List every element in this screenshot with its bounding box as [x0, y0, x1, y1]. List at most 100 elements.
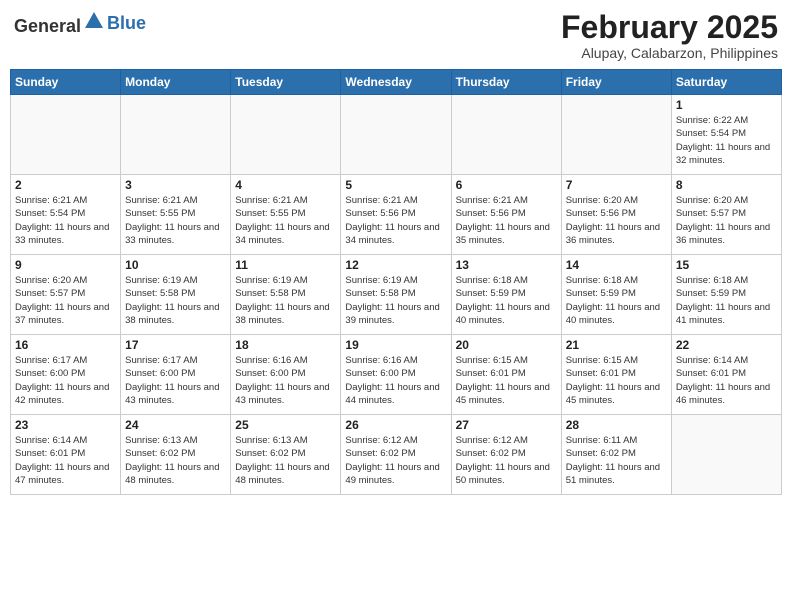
day-number: 7 — [566, 178, 667, 192]
day-info: Sunrise: 6:21 AM Sunset: 5:56 PM Dayligh… — [345, 194, 446, 247]
day-number: 13 — [456, 258, 557, 272]
day-info: Sunrise: 6:15 AM Sunset: 6:01 PM Dayligh… — [456, 354, 557, 407]
weekday-header-row: SundayMondayTuesdayWednesdayThursdayFrid… — [11, 70, 782, 95]
weekday-header-sunday: Sunday — [11, 70, 121, 95]
calendar-day-cell: 3Sunrise: 6:21 AM Sunset: 5:55 PM Daylig… — [121, 175, 231, 255]
day-number: 4 — [235, 178, 336, 192]
day-number: 18 — [235, 338, 336, 352]
day-info: Sunrise: 6:18 AM Sunset: 5:59 PM Dayligh… — [456, 274, 557, 327]
day-info: Sunrise: 6:12 AM Sunset: 6:02 PM Dayligh… — [456, 434, 557, 487]
calendar-day-cell: 16 Sunrise: 6:17 AM Sunset: 6:00 PM Dayli… — [11, 335, 121, 415]
day-info: Sunrise: 6:19 AM Sunset: 5:58 PM Dayligh… — [125, 274, 226, 327]
day-info: Sunrise: 6:22 AM Sunset: 5:54 PM Dayligh… — [676, 114, 777, 167]
day-number: 2 — [15, 178, 116, 192]
calendar-day-cell: 11 Sunrise: 6:19 AM Sunset: 5:58 PM Dayli… — [231, 255, 341, 335]
weekday-header-wednesday: Wednesday — [341, 70, 451, 95]
day-info: Sunrise: 6:17 AM Sunset: 6:00 PM Dayligh… — [125, 354, 226, 407]
calendar-day-cell: 4 Sunrise: 6:21 AM Sunset: 5:55 PM Daylig… — [231, 175, 341, 255]
day-number: 26 — [345, 418, 446, 432]
day-number: 20 — [456, 338, 557, 352]
calendar-day-cell: 22 Sunrise: 6:14 AM Sunset: 6:01 PM Dayli… — [671, 335, 781, 415]
calendar-day-cell: 26 Sunrise: 6:12 AM Sunset: 6:02 PM Dayli… — [341, 415, 451, 495]
calendar-day-cell: 12Sunrise: 6:19 AM Sunset: 5:58 PM Dayli… — [341, 255, 451, 335]
logo-blue: Blue — [107, 13, 146, 34]
calendar-day-cell: 10 Sunrise: 6:19 AM Sunset: 5:58 PM Dayli… — [121, 255, 231, 335]
day-info: Sunrise: 6:11 AM Sunset: 6:02 PM Dayligh… — [566, 434, 667, 487]
day-info: Sunrise: 6:18 AM Sunset: 5:59 PM Dayligh… — [676, 274, 777, 327]
calendar-day-cell — [671, 415, 781, 495]
day-number: 11 — [235, 258, 336, 272]
day-info: Sunrise: 6:20 AM Sunset: 5:57 PM Dayligh… — [676, 194, 777, 247]
calendar-table: SundayMondayTuesdayWednesdayThursdayFrid… — [10, 69, 782, 495]
day-number: 25 — [235, 418, 336, 432]
day-info: Sunrise: 6:15 AM Sunset: 6:01 PM Dayligh… — [566, 354, 667, 407]
calendar-day-cell: 1 Sunrise: 6:22 AM Sunset: 5:54 PM Daylig… — [671, 95, 781, 175]
day-number: 8 — [676, 178, 777, 192]
calendar-day-cell: 19 Sunrise: 6:16 AM Sunset: 6:00 PM Dayli… — [341, 335, 451, 415]
calendar-day-cell: 18 Sunrise: 6:16 AM Sunset: 6:00 PM Dayli… — [231, 335, 341, 415]
calendar-day-cell: 25 Sunrise: 6:13 AM Sunset: 6:02 PM Dayli… — [231, 415, 341, 495]
calendar-day-cell — [451, 95, 561, 175]
page-header: General Blue February 2025 Alupay, Calab… — [10, 10, 782, 61]
day-number: 3 — [125, 178, 226, 192]
day-number: 17 — [125, 338, 226, 352]
calendar-day-cell: 28 Sunrise: 6:11 AM Sunset: 6:02 PM Dayli… — [561, 415, 671, 495]
calendar-day-cell: 23 Sunrise: 6:14 AM Sunset: 6:01 PM Dayli… — [11, 415, 121, 495]
day-number: 14 — [566, 258, 667, 272]
calendar-day-cell: 20 Sunrise: 6:15 AM Sunset: 6:01 PM Dayli… — [451, 335, 561, 415]
day-info: Sunrise: 6:14 AM Sunset: 6:01 PM Dayligh… — [676, 354, 777, 407]
day-number: 28 — [566, 418, 667, 432]
calendar-day-cell: 13 Sunrise: 6:18 AM Sunset: 5:59 PM Dayli… — [451, 255, 561, 335]
calendar-day-cell — [341, 95, 451, 175]
day-number: 23 — [15, 418, 116, 432]
day-info: Sunrise: 6:20 AM Sunset: 5:56 PM Dayligh… — [566, 194, 667, 247]
day-number: 24 — [125, 418, 226, 432]
day-info: Sunrise: 6:19 AM Sunset: 5:58 PM Dayligh… — [345, 274, 446, 327]
calendar-week-row: 1 Sunrise: 6:22 AM Sunset: 5:54 PM Daylig… — [11, 95, 782, 175]
calendar-day-cell: 7 Sunrise: 6:20 AM Sunset: 5:56 PM Daylig… — [561, 175, 671, 255]
day-number: 16 — [15, 338, 116, 352]
day-info: Sunrise: 6:14 AM Sunset: 6:01 PM Dayligh… — [15, 434, 116, 487]
calendar-day-cell: 15 Sunrise: 6:18 AM Sunset: 5:59 PM Dayli… — [671, 255, 781, 335]
day-number: 1 — [676, 98, 777, 112]
day-info: Sunrise: 6:12 AM Sunset: 6:02 PM Dayligh… — [345, 434, 446, 487]
weekday-header-thursday: Thursday — [451, 70, 561, 95]
weekday-header-friday: Friday — [561, 70, 671, 95]
day-number: 19 — [345, 338, 446, 352]
calendar-day-cell: 17 Sunrise: 6:17 AM Sunset: 6:00 PM Dayli… — [121, 335, 231, 415]
location-subtitle: Alupay, Calabarzon, Philippines — [561, 45, 778, 61]
calendar-day-cell — [11, 95, 121, 175]
logo: General Blue — [14, 10, 146, 37]
weekday-header-saturday: Saturday — [671, 70, 781, 95]
day-info: Sunrise: 6:16 AM Sunset: 6:00 PM Dayligh… — [235, 354, 336, 407]
calendar-day-cell: 27 Sunrise: 6:12 AM Sunset: 6:02 PM Dayli… — [451, 415, 561, 495]
calendar-day-cell: 21 Sunrise: 6:15 AM Sunset: 6:01 PM Dayli… — [561, 335, 671, 415]
day-number: 27 — [456, 418, 557, 432]
calendar-day-cell: 14 Sunrise: 6:18 AM Sunset: 5:59 PM Dayli… — [561, 255, 671, 335]
day-info: Sunrise: 6:17 AM Sunset: 6:00 PM Dayligh… — [15, 354, 116, 407]
calendar-day-cell: 2 Sunrise: 6:21 AM Sunset: 5:54 PM Daylig… — [11, 175, 121, 255]
day-number: 10 — [125, 258, 226, 272]
day-info: Sunrise: 6:21 AM Sunset: 5:54 PM Dayligh… — [15, 194, 116, 247]
day-info: Sunrise: 6:13 AM Sunset: 6:02 PM Dayligh… — [125, 434, 226, 487]
logo-general: General — [14, 16, 81, 36]
calendar-day-cell: 8 Sunrise: 6:20 AM Sunset: 5:57 PM Daylig… — [671, 175, 781, 255]
day-info: Sunrise: 6:19 AM Sunset: 5:58 PM Dayligh… — [235, 274, 336, 327]
day-info: Sunrise: 6:16 AM Sunset: 6:00 PM Dayligh… — [345, 354, 446, 407]
weekday-header-monday: Monday — [121, 70, 231, 95]
day-info: Sunrise: 6:18 AM Sunset: 5:59 PM Dayligh… — [566, 274, 667, 327]
day-number: 22 — [676, 338, 777, 352]
day-info: Sunrise: 6:21 AM Sunset: 5:55 PM Dayligh… — [235, 194, 336, 247]
day-info: Sunrise: 6:21 AM Sunset: 5:56 PM Dayligh… — [456, 194, 557, 247]
month-title: February 2025 — [561, 10, 778, 45]
calendar-week-row: 9Sunrise: 6:20 AM Sunset: 5:57 PM Daylig… — [11, 255, 782, 335]
calendar-day-cell: 5Sunrise: 6:21 AM Sunset: 5:56 PM Daylig… — [341, 175, 451, 255]
day-number: 21 — [566, 338, 667, 352]
day-info: Sunrise: 6:13 AM Sunset: 6:02 PM Dayligh… — [235, 434, 336, 487]
calendar-day-cell — [561, 95, 671, 175]
logo-icon — [83, 10, 105, 32]
calendar-day-cell: 9Sunrise: 6:20 AM Sunset: 5:57 PM Daylig… — [11, 255, 121, 335]
calendar-week-row: 2 Sunrise: 6:21 AM Sunset: 5:54 PM Daylig… — [11, 175, 782, 255]
day-number: 15 — [676, 258, 777, 272]
calendar-day-cell — [121, 95, 231, 175]
